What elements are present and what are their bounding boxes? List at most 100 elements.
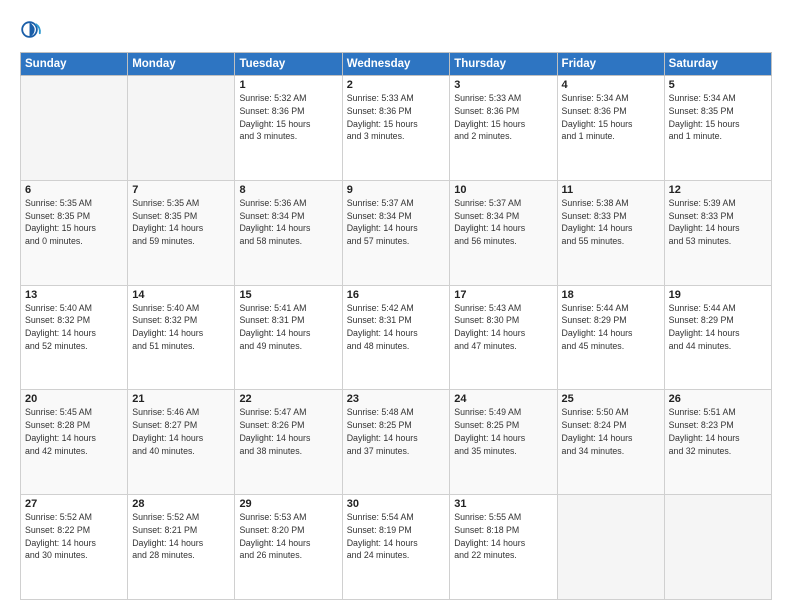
logo-icon — [20, 20, 42, 42]
day-cell — [128, 76, 235, 181]
day-cell: 1Sunrise: 5:32 AM Sunset: 8:36 PM Daylig… — [235, 76, 342, 181]
day-number: 25 — [562, 393, 660, 405]
day-info: Sunrise: 5:50 AM Sunset: 8:24 PM Dayligh… — [562, 406, 660, 457]
logo — [20, 18, 44, 42]
day-number: 6 — [25, 184, 123, 196]
day-cell: 19Sunrise: 5:44 AM Sunset: 8:29 PM Dayli… — [664, 285, 771, 390]
day-cell: 12Sunrise: 5:39 AM Sunset: 8:33 PM Dayli… — [664, 180, 771, 285]
day-number: 21 — [132, 393, 230, 405]
day-cell: 7Sunrise: 5:35 AM Sunset: 8:35 PM Daylig… — [128, 180, 235, 285]
day-number: 3 — [454, 79, 552, 91]
day-cell: 20Sunrise: 5:45 AM Sunset: 8:28 PM Dayli… — [21, 390, 128, 495]
day-info: Sunrise: 5:55 AM Sunset: 8:18 PM Dayligh… — [454, 511, 552, 562]
weekday-header: Thursday — [450, 53, 557, 76]
day-info: Sunrise: 5:40 AM Sunset: 8:32 PM Dayligh… — [25, 302, 123, 353]
day-number: 11 — [562, 184, 660, 196]
day-info: Sunrise: 5:33 AM Sunset: 8:36 PM Dayligh… — [454, 92, 552, 143]
day-info: Sunrise: 5:44 AM Sunset: 8:29 PM Dayligh… — [562, 302, 660, 353]
day-cell: 31Sunrise: 5:55 AM Sunset: 8:18 PM Dayli… — [450, 495, 557, 600]
day-number: 14 — [132, 289, 230, 301]
day-number: 12 — [669, 184, 767, 196]
day-number: 27 — [25, 498, 123, 510]
day-number: 1 — [239, 79, 337, 91]
day-cell: 29Sunrise: 5:53 AM Sunset: 8:20 PM Dayli… — [235, 495, 342, 600]
week-row: 13Sunrise: 5:40 AM Sunset: 8:32 PM Dayli… — [21, 285, 772, 390]
weekday-header: Sunday — [21, 53, 128, 76]
day-cell: 15Sunrise: 5:41 AM Sunset: 8:31 PM Dayli… — [235, 285, 342, 390]
day-cell: 4Sunrise: 5:34 AM Sunset: 8:36 PM Daylig… — [557, 76, 664, 181]
day-number: 4 — [562, 79, 660, 91]
day-info: Sunrise: 5:33 AM Sunset: 8:36 PM Dayligh… — [347, 92, 446, 143]
day-number: 16 — [347, 289, 446, 301]
day-info: Sunrise: 5:36 AM Sunset: 8:34 PM Dayligh… — [239, 197, 337, 248]
day-cell: 16Sunrise: 5:42 AM Sunset: 8:31 PM Dayli… — [342, 285, 450, 390]
day-info: Sunrise: 5:45 AM Sunset: 8:28 PM Dayligh… — [25, 406, 123, 457]
day-cell: 23Sunrise: 5:48 AM Sunset: 8:25 PM Dayli… — [342, 390, 450, 495]
day-number: 7 — [132, 184, 230, 196]
day-cell: 13Sunrise: 5:40 AM Sunset: 8:32 PM Dayli… — [21, 285, 128, 390]
day-number: 24 — [454, 393, 552, 405]
day-number: 2 — [347, 79, 446, 91]
day-info: Sunrise: 5:46 AM Sunset: 8:27 PM Dayligh… — [132, 406, 230, 457]
day-cell: 22Sunrise: 5:47 AM Sunset: 8:26 PM Dayli… — [235, 390, 342, 495]
day-info: Sunrise: 5:34 AM Sunset: 8:36 PM Dayligh… — [562, 92, 660, 143]
day-number: 9 — [347, 184, 446, 196]
header — [20, 18, 772, 42]
day-info: Sunrise: 5:49 AM Sunset: 8:25 PM Dayligh… — [454, 406, 552, 457]
day-cell: 21Sunrise: 5:46 AM Sunset: 8:27 PM Dayli… — [128, 390, 235, 495]
day-info: Sunrise: 5:38 AM Sunset: 8:33 PM Dayligh… — [562, 197, 660, 248]
day-cell: 24Sunrise: 5:49 AM Sunset: 8:25 PM Dayli… — [450, 390, 557, 495]
day-cell: 18Sunrise: 5:44 AM Sunset: 8:29 PM Dayli… — [557, 285, 664, 390]
day-cell: 30Sunrise: 5:54 AM Sunset: 8:19 PM Dayli… — [342, 495, 450, 600]
day-info: Sunrise: 5:34 AM Sunset: 8:35 PM Dayligh… — [669, 92, 767, 143]
day-info: Sunrise: 5:52 AM Sunset: 8:21 PM Dayligh… — [132, 511, 230, 562]
day-number: 8 — [239, 184, 337, 196]
day-cell: 6Sunrise: 5:35 AM Sunset: 8:35 PM Daylig… — [21, 180, 128, 285]
day-info: Sunrise: 5:37 AM Sunset: 8:34 PM Dayligh… — [347, 197, 446, 248]
day-info: Sunrise: 5:54 AM Sunset: 8:19 PM Dayligh… — [347, 511, 446, 562]
day-cell: 3Sunrise: 5:33 AM Sunset: 8:36 PM Daylig… — [450, 76, 557, 181]
day-number: 26 — [669, 393, 767, 405]
day-number: 30 — [347, 498, 446, 510]
day-number: 18 — [562, 289, 660, 301]
day-info: Sunrise: 5:43 AM Sunset: 8:30 PM Dayligh… — [454, 302, 552, 353]
weekday-header: Monday — [128, 53, 235, 76]
day-cell: 17Sunrise: 5:43 AM Sunset: 8:30 PM Dayli… — [450, 285, 557, 390]
day-number: 5 — [669, 79, 767, 91]
day-info: Sunrise: 5:41 AM Sunset: 8:31 PM Dayligh… — [239, 302, 337, 353]
day-info: Sunrise: 5:35 AM Sunset: 8:35 PM Dayligh… — [132, 197, 230, 248]
week-row: 27Sunrise: 5:52 AM Sunset: 8:22 PM Dayli… — [21, 495, 772, 600]
day-cell: 8Sunrise: 5:36 AM Sunset: 8:34 PM Daylig… — [235, 180, 342, 285]
day-info: Sunrise: 5:53 AM Sunset: 8:20 PM Dayligh… — [239, 511, 337, 562]
day-number: 13 — [25, 289, 123, 301]
day-number: 23 — [347, 393, 446, 405]
day-info: Sunrise: 5:40 AM Sunset: 8:32 PM Dayligh… — [132, 302, 230, 353]
weekday-header: Tuesday — [235, 53, 342, 76]
page: SundayMondayTuesdayWednesdayThursdayFrid… — [0, 0, 792, 612]
day-info: Sunrise: 5:32 AM Sunset: 8:36 PM Dayligh… — [239, 92, 337, 143]
weekday-header-row: SundayMondayTuesdayWednesdayThursdayFrid… — [21, 53, 772, 76]
day-number: 22 — [239, 393, 337, 405]
week-row: 6Sunrise: 5:35 AM Sunset: 8:35 PM Daylig… — [21, 180, 772, 285]
day-cell: 9Sunrise: 5:37 AM Sunset: 8:34 PM Daylig… — [342, 180, 450, 285]
day-cell: 25Sunrise: 5:50 AM Sunset: 8:24 PM Dayli… — [557, 390, 664, 495]
weekday-header: Saturday — [664, 53, 771, 76]
day-cell — [664, 495, 771, 600]
day-number: 17 — [454, 289, 552, 301]
day-cell: 28Sunrise: 5:52 AM Sunset: 8:21 PM Dayli… — [128, 495, 235, 600]
weekday-header: Wednesday — [342, 53, 450, 76]
day-number: 10 — [454, 184, 552, 196]
weekday-header: Friday — [557, 53, 664, 76]
day-cell: 27Sunrise: 5:52 AM Sunset: 8:22 PM Dayli… — [21, 495, 128, 600]
day-info: Sunrise: 5:47 AM Sunset: 8:26 PM Dayligh… — [239, 406, 337, 457]
day-info: Sunrise: 5:35 AM Sunset: 8:35 PM Dayligh… — [25, 197, 123, 248]
day-cell — [21, 76, 128, 181]
day-info: Sunrise: 5:37 AM Sunset: 8:34 PM Dayligh… — [454, 197, 552, 248]
day-cell: 5Sunrise: 5:34 AM Sunset: 8:35 PM Daylig… — [664, 76, 771, 181]
day-cell: 10Sunrise: 5:37 AM Sunset: 8:34 PM Dayli… — [450, 180, 557, 285]
day-info: Sunrise: 5:51 AM Sunset: 8:23 PM Dayligh… — [669, 406, 767, 457]
day-cell: 26Sunrise: 5:51 AM Sunset: 8:23 PM Dayli… — [664, 390, 771, 495]
day-number: 31 — [454, 498, 552, 510]
day-cell — [557, 495, 664, 600]
day-cell: 14Sunrise: 5:40 AM Sunset: 8:32 PM Dayli… — [128, 285, 235, 390]
